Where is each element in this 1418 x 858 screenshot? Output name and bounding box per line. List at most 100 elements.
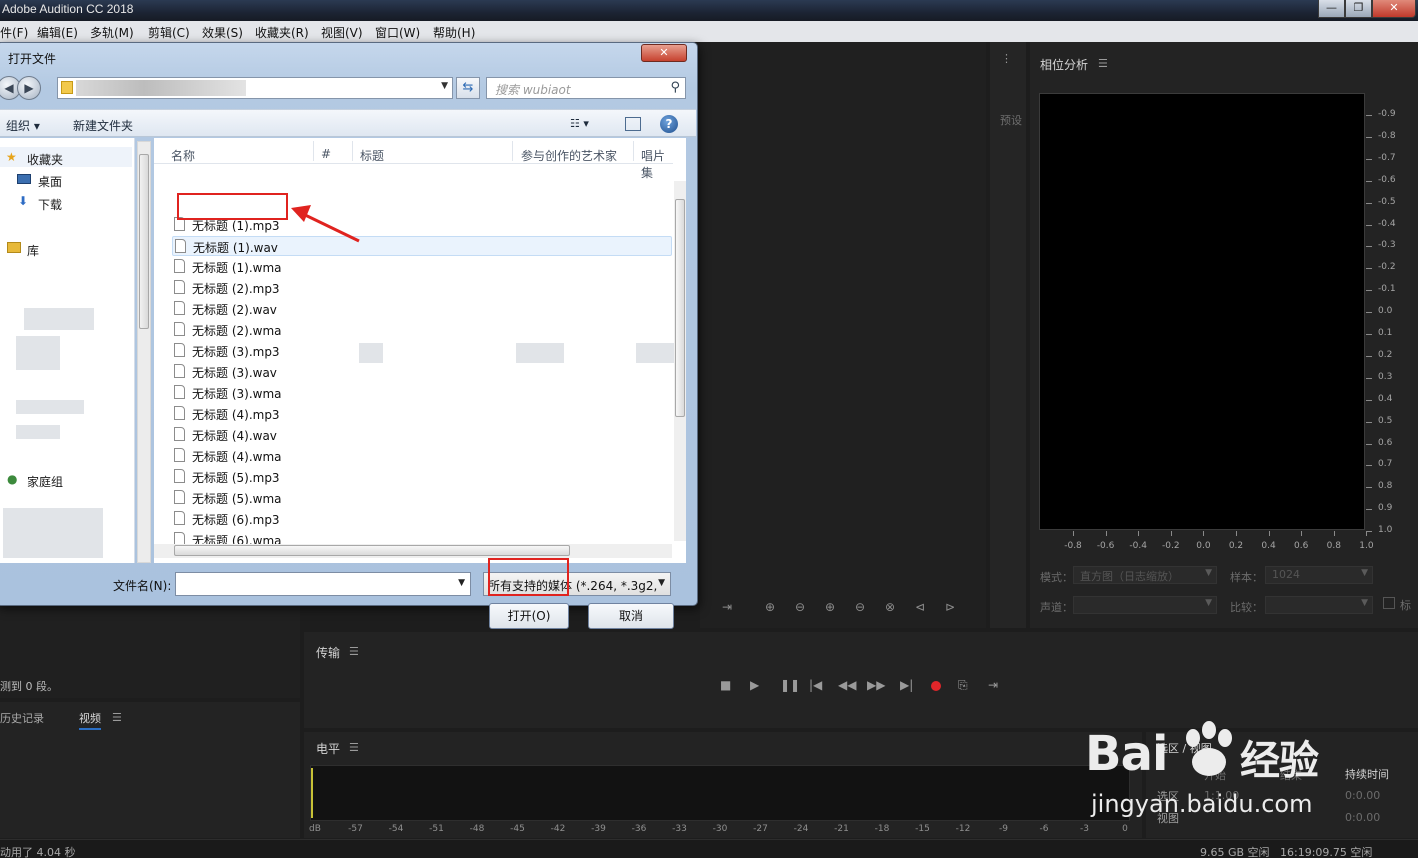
address-bar[interactable]: ▼ (57, 77, 453, 99)
row-view-duration[interactable]: 0:0.00 (1345, 811, 1380, 824)
menu-clip[interactable]: 剪辑(C) (148, 24, 190, 41)
compare-checkbox[interactable] (1383, 597, 1395, 609)
loop-icon[interactable]: ⎘ (958, 678, 968, 693)
app-title: Adobe Audition CC 2018 (2, 2, 134, 16)
menu-edit[interactable]: 编辑(E) (37, 24, 78, 41)
file-icon (174, 364, 185, 378)
skip-start-icon[interactable]: |◀ (809, 678, 822, 692)
compare-label: 比较： (1230, 601, 1263, 614)
preview-pane-icon[interactable] (625, 117, 641, 131)
zoom-in-amp-icon[interactable]: ⊕ (765, 600, 775, 614)
zoom-out-amp-icon[interactable]: ⊖ (795, 600, 805, 614)
levels-menu-icon[interactable]: ☰ (349, 741, 359, 754)
new-folder-button[interactable]: 新建文件夹 (73, 117, 133, 134)
zoom-full-icon[interactable]: ⊗ (885, 600, 895, 614)
chevron-down-icon[interactable]: ▼ (458, 578, 465, 588)
col-artist[interactable]: 参与创作的艺术家 (521, 147, 617, 164)
search-icon: ⚲ (670, 80, 680, 95)
nav-homegroup[interactable]: 家庭组 (27, 473, 63, 490)
phase-panel-menu-icon[interactable]: ☰ (1098, 57, 1108, 70)
file-row[interactable]: 无标题 (2).mp3 (172, 278, 672, 298)
file-row[interactable]: 无标题 (4).mp3 (172, 404, 672, 424)
menu-help[interactable]: 帮助(H) (433, 24, 475, 41)
chevron-down-icon[interactable]: ▼ (441, 81, 448, 91)
col-name[interactable]: 名称 (171, 147, 195, 164)
file-row[interactable]: 无标题 (1).wav (172, 236, 672, 256)
nav-scroll-thumb[interactable] (139, 154, 149, 329)
menu-window[interactable]: 窗口(W) (375, 24, 420, 41)
skip-icon[interactable]: ⇥ (988, 678, 998, 692)
zoom-in-left-icon[interactable]: ⊲ (915, 600, 925, 614)
col-album[interactable]: 唱片集 (641, 147, 673, 181)
channel-select[interactable]: ▼ (1073, 596, 1217, 614)
file-vscroll-thumb[interactable] (675, 199, 685, 417)
cancel-button[interactable]: 取消 (588, 603, 674, 629)
mode-select[interactable]: 直方图（日志缩放） ▼ (1073, 566, 1217, 584)
file-row[interactable]: 无标题 (4).wav (172, 425, 672, 445)
tab-video[interactable]: 视频 (79, 710, 101, 730)
compare-select[interactable]: ▼ (1265, 596, 1373, 614)
file-hscrollbar[interactable] (154, 544, 672, 558)
col-title[interactable]: 标题 (360, 147, 384, 164)
menu-favorites[interactable]: 收藏夹(R) (255, 24, 309, 41)
stop-icon[interactable]: ■ (720, 678, 731, 692)
skip-end-icon[interactable]: ▶| (900, 678, 913, 692)
fast-forward-icon[interactable]: ▶▶ (867, 678, 885, 692)
row-selection-duration[interactable]: 0:0.00 (1345, 789, 1380, 802)
file-row[interactable]: 无标题 (6).mp3 (172, 509, 672, 529)
file-row[interactable]: 无标题 (3).wav (172, 362, 672, 382)
file-row[interactable]: 无标题 (5).wma (172, 488, 672, 508)
zoom-in-time-icon[interactable]: ⊕ (825, 600, 835, 614)
samples-select[interactable]: 1024 ▼ (1265, 566, 1373, 584)
rewind-icon[interactable]: ◀◀ (838, 678, 856, 692)
forward-icon[interactable]: ▶ (17, 76, 41, 100)
column-headers: 名称 # 标题 参与创作的艺术家 唱片集 (154, 138, 673, 180)
file-row[interactable]: 无标题 (2).wma (172, 320, 672, 340)
minimize-icon[interactable]: — (1318, 0, 1345, 18)
level-scale-label: -24 (793, 824, 809, 834)
filename-input[interactable]: ▼ (175, 572, 471, 596)
strip-menu-icon[interactable]: ⋮ (1001, 52, 1012, 65)
refresh-icon[interactable]: ⇆ (456, 77, 480, 99)
filename-label: 文件名(N): (113, 579, 172, 593)
menu-effects[interactable]: 效果(S) (202, 24, 243, 41)
file-icon (174, 301, 185, 315)
y-tick (1366, 246, 1372, 248)
organize-button[interactable]: 组织 ▾ (6, 117, 40, 134)
search-input[interactable]: 搜索 wubiaot ⚲ (486, 77, 686, 99)
menu-file[interactable]: 件(F) (0, 24, 28, 41)
file-row[interactable]: 无标题 (5).mp3 (172, 467, 672, 487)
nav-scrollbar[interactable] (137, 141, 151, 563)
nav-libraries[interactable]: 库 (27, 242, 39, 259)
nav-downloads[interactable]: 下载 (38, 196, 62, 213)
file-name: 无标题 (1).wma (192, 261, 282, 275)
help-icon[interactable]: ? (660, 115, 678, 133)
file-row[interactable]: 无标题 (1).wma (172, 257, 672, 277)
pause-icon[interactable]: ❚❚ (780, 678, 800, 692)
dialog-close-icon[interactable]: ✕ (641, 44, 687, 62)
transport-menu-icon[interactable]: ☰ (349, 645, 359, 658)
marker-icon[interactable]: ⇥ (722, 600, 732, 614)
menu-view[interactable]: 视图(V) (321, 24, 363, 41)
col-number[interactable]: # (321, 147, 331, 161)
open-button[interactable]: 打开(O) (489, 603, 569, 629)
file-row[interactable]: 无标题 (4).wma (172, 446, 672, 466)
y-tick-label: 0.8 (1378, 481, 1393, 492)
nav-favorites[interactable]: 收藏夹 (27, 151, 63, 168)
file-vscrollbar[interactable] (674, 181, 686, 541)
tab-history[interactable]: 历史记录 (0, 710, 44, 726)
file-row[interactable]: 无标题 (2).wav (172, 299, 672, 319)
play-icon[interactable]: ▶ (750, 678, 759, 692)
record-icon[interactable] (931, 681, 941, 691)
close-icon[interactable]: ✕ (1372, 0, 1416, 18)
zoom-in-right-icon[interactable]: ⊳ (945, 600, 955, 614)
nav-desktop[interactable]: 桌面 (38, 173, 62, 190)
file-row[interactable]: 无标题 (3).mp3 (172, 341, 672, 361)
menu-multitrack[interactable]: 多轨(M) (90, 24, 134, 41)
zoom-out-time-icon[interactable]: ⊖ (855, 600, 865, 614)
view-options-icon[interactable]: ☷ ▾ (570, 117, 589, 130)
video-panel-menu-icon[interactable]: ☰ (112, 711, 122, 724)
file-hscroll-thumb[interactable] (174, 545, 570, 556)
file-row[interactable]: 无标题 (3).wma (172, 383, 672, 403)
maximize-icon[interactable]: ❐ (1345, 0, 1372, 18)
